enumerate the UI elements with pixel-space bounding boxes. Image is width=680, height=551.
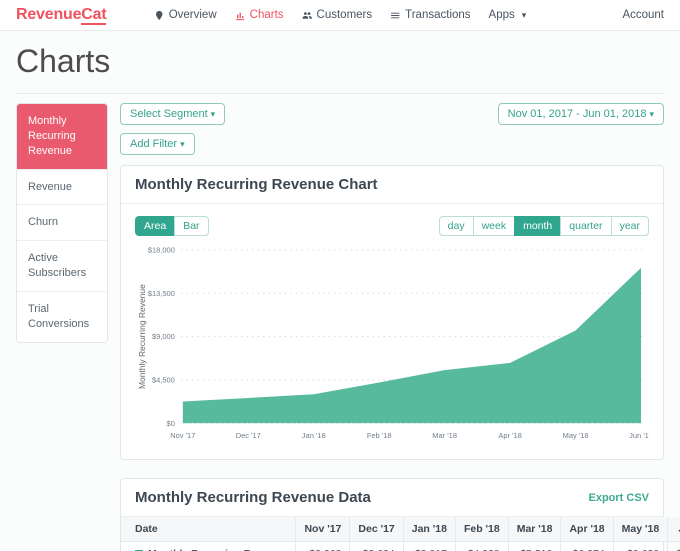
caret-down-icon bbox=[519, 9, 527, 21]
nav-apps-label: Apps bbox=[489, 9, 515, 21]
period-day-button[interactable]: day bbox=[439, 216, 474, 236]
nav-charts[interactable]: Charts bbox=[235, 9, 284, 21]
row-label-cell: Monthly Recurring Revenue bbox=[121, 542, 296, 551]
select-segment-button[interactable]: Select Segment bbox=[120, 103, 225, 125]
mrr-data-table: Date Nov '17 Dec '17 Jan '18 Feb '18 Mar… bbox=[121, 517, 680, 551]
nav-overview-label: Overview bbox=[169, 9, 217, 21]
col-header-date: Date bbox=[121, 517, 296, 542]
svg-text:$0: $0 bbox=[167, 419, 175, 428]
value-may18: $9,638 bbox=[613, 542, 668, 551]
sidebar-item-monthly-recurring-revenue[interactable]: Monthly Recurring Revenue bbox=[17, 104, 107, 170]
data-table-card: Monthly Recurring Revenue Data Export CS… bbox=[120, 478, 664, 551]
select-segment-label: Select Segment bbox=[130, 108, 208, 120]
table-header-row: Date Nov '17 Dec '17 Jan '18 Feb '18 Mar… bbox=[121, 517, 680, 542]
caret-down-icon bbox=[177, 138, 185, 150]
caret-down-icon bbox=[646, 108, 654, 120]
date-range-button[interactable]: Nov 01, 2017 - Jun 01, 2018 bbox=[498, 103, 664, 125]
export-csv-link[interactable]: Export CSV bbox=[588, 492, 649, 504]
sidebar-item-revenue[interactable]: Revenue bbox=[17, 170, 107, 206]
svg-text:Nov '17: Nov '17 bbox=[170, 431, 195, 440]
value-jan18: $3,017 bbox=[403, 542, 455, 551]
table-row: Monthly Recurring Revenue $2,263 $2,624 … bbox=[121, 542, 680, 551]
page-content: Charts Monthly Recurring Revenue Revenue… bbox=[0, 31, 680, 551]
nav-customers[interactable]: Customers bbox=[302, 9, 373, 21]
svg-text:$18,000: $18,000 bbox=[148, 245, 175, 254]
svg-text:Jun '18: Jun '18 bbox=[629, 431, 649, 440]
col-header-mar18: Mar '18 bbox=[508, 517, 561, 542]
sidebar-item-trial-conversions[interactable]: Trial Conversions bbox=[17, 292, 107, 342]
mrr-area-chart: $0 $4,500 $9,000 $13,500 $18,000 Monthly Recu… bbox=[135, 240, 649, 451]
add-filter-button[interactable]: Add Filter bbox=[120, 133, 195, 155]
col-header-apr18: Apr '18 bbox=[561, 517, 613, 542]
top-navbar: RevenueCat Overview Charts Customers Tra… bbox=[0, 0, 680, 31]
nav-transactions[interactable]: Transactions bbox=[390, 9, 470, 21]
period-week-button[interactable]: week bbox=[473, 216, 516, 236]
page-title: Charts bbox=[16, 31, 664, 94]
svg-text:Mar '18: Mar '18 bbox=[432, 431, 457, 440]
nav-apps-dropdown[interactable]: Apps bbox=[489, 9, 527, 21]
value-mar18: $5,519 bbox=[508, 542, 561, 551]
svg-text:Dec '17: Dec '17 bbox=[236, 431, 261, 440]
users-icon bbox=[302, 10, 313, 21]
period-toggle: day week month quarter year bbox=[439, 216, 649, 236]
chart-type-area-button[interactable]: Area bbox=[135, 216, 175, 236]
period-year-button[interactable]: year bbox=[611, 216, 649, 236]
col-header-jun18: Jun '18 bbox=[668, 517, 680, 542]
col-header-jan18: Jan '18 bbox=[403, 517, 455, 542]
chart-type-toggle: Area Bar bbox=[135, 216, 209, 236]
charts-sidebar: Monthly Recurring Revenue Revenue Churn … bbox=[16, 103, 108, 343]
table-card-title: Monthly Recurring Revenue Data bbox=[135, 489, 371, 506]
svg-text:Jan '18: Jan '18 bbox=[302, 431, 326, 440]
svg-text:Apr '18: Apr '18 bbox=[498, 431, 521, 440]
nav-charts-label: Charts bbox=[250, 9, 284, 21]
value-feb18: $4,238 bbox=[455, 542, 508, 551]
chart-type-bar-button[interactable]: Bar bbox=[174, 216, 208, 236]
period-quarter-button[interactable]: quarter bbox=[560, 216, 611, 236]
bar-chart-icon bbox=[235, 10, 246, 21]
svg-text:$4,500: $4,500 bbox=[152, 375, 175, 384]
col-header-dec17: Dec '17 bbox=[350, 517, 403, 542]
svg-text:Feb '18: Feb '18 bbox=[367, 431, 392, 440]
svg-text:Monthly Recurring Revenue: Monthly Recurring Revenue bbox=[137, 284, 147, 389]
svg-text:May '18: May '18 bbox=[563, 431, 589, 440]
value-dec17: $2,624 bbox=[350, 542, 403, 551]
main-panel: Select Segment Nov 01, 2017 - Jun 01, 20… bbox=[120, 103, 664, 551]
svg-text:$9,000: $9,000 bbox=[152, 332, 175, 341]
logo-text-revenue: Revenue bbox=[16, 6, 81, 23]
svg-text:$13,500: $13,500 bbox=[148, 289, 175, 298]
list-icon bbox=[390, 10, 401, 21]
logo-text-cat: Cat bbox=[81, 6, 106, 25]
sidebar-item-active-subscribers[interactable]: Active Subscribers bbox=[17, 241, 107, 292]
nav-customers-label: Customers bbox=[317, 9, 373, 21]
col-header-nov17: Nov '17 bbox=[296, 517, 350, 542]
nav-overview[interactable]: Overview bbox=[154, 9, 217, 21]
date-range-label: Nov 01, 2017 - Jun 01, 2018 bbox=[508, 108, 647, 120]
map-pin-icon bbox=[154, 10, 165, 21]
area-chart-svg: $0 $4,500 $9,000 $13,500 $18,000 Monthly Recu… bbox=[135, 240, 649, 451]
caret-down-icon bbox=[208, 108, 216, 120]
col-header-feb18: Feb '18 bbox=[455, 517, 508, 542]
period-month-button[interactable]: month bbox=[514, 216, 561, 236]
nav-transactions-label: Transactions bbox=[405, 9, 470, 21]
account-menu[interactable]: Account bbox=[622, 9, 664, 21]
value-apr18: $6,274 bbox=[561, 542, 613, 551]
revenuecat-logo[interactable]: RevenueCat bbox=[16, 6, 106, 24]
add-filter-label: Add Filter bbox=[130, 138, 177, 150]
value-jun18: $16,141 bbox=[668, 542, 680, 551]
chart-card-title: Monthly Recurring Revenue Chart bbox=[135, 176, 378, 193]
main-nav: Overview Charts Customers Transactions A… bbox=[154, 9, 527, 21]
value-nov17: $2,263 bbox=[296, 542, 350, 551]
sidebar-item-churn[interactable]: Churn bbox=[17, 205, 107, 241]
chart-card: Monthly Recurring Revenue Chart Area Bar… bbox=[120, 165, 664, 460]
col-header-may18: May '18 bbox=[613, 517, 668, 542]
